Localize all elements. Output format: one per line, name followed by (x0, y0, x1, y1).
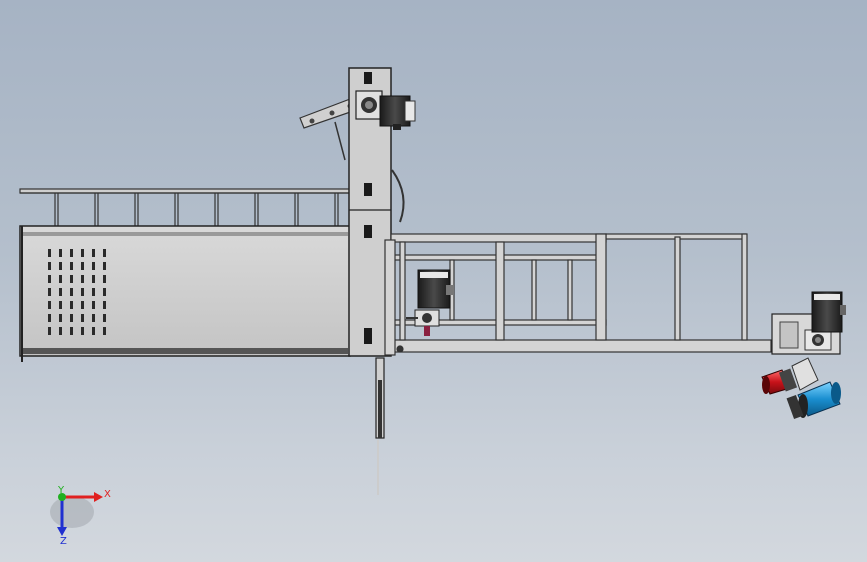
cable (391, 169, 405, 223)
middle-motor (406, 269, 454, 336)
cad-viewport[interactable]: X Y Z (0, 0, 867, 562)
cad-model: X Y Z (19, 67, 846, 547)
z-axis-arrow (57, 527, 67, 536)
hopper-tank (19, 225, 351, 362)
top-motor (379, 95, 416, 130)
x-axis-arrow (94, 492, 103, 502)
red-roller (761, 368, 798, 395)
axis-triad: X Y Z (50, 485, 111, 547)
right-motor (811, 291, 846, 333)
y-axis-label: Y (57, 485, 65, 496)
top-gearbox (355, 90, 383, 120)
discharge-chute (375, 357, 385, 495)
x-axis-label: X (104, 489, 111, 500)
z-axis-label: Z (60, 536, 67, 547)
